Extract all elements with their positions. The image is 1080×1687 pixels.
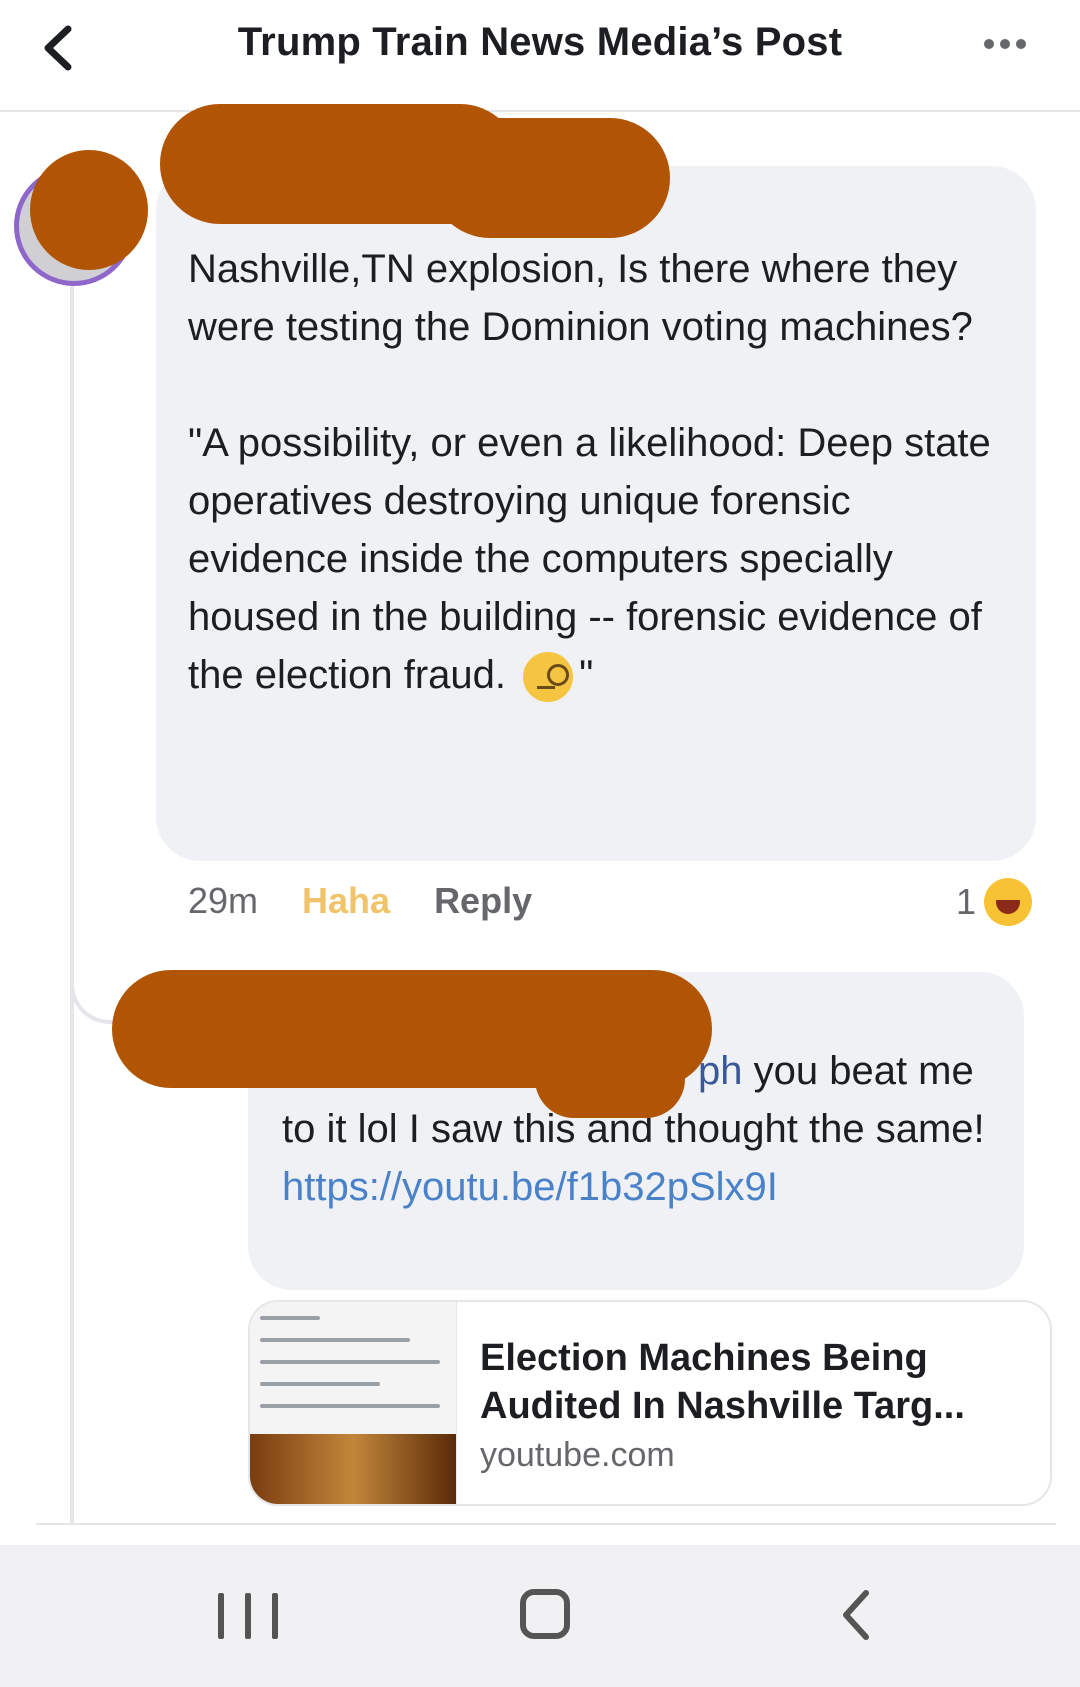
recents-bar: [218, 1593, 224, 1639]
link-preview-card[interactable]: Election Machines Being Audited In Nashv…: [248, 1300, 1052, 1506]
comment-paragraph: "A possibility, or even a likelihood: De…: [188, 421, 1002, 697]
back-icon[interactable]: [826, 1585, 886, 1645]
home-icon[interactable]: [520, 1589, 570, 1639]
thumbnail-video-frame: [250, 1434, 456, 1504]
youtube-link[interactable]: https://youtu.be/f1b32pSlx9I: [282, 1165, 778, 1209]
recents-bar: [272, 1593, 278, 1639]
thread-line: [70, 270, 74, 1525]
back-chevron-icon: [843, 1590, 869, 1640]
reaction-count-number: 1: [955, 881, 976, 922]
video-thumbnail: [250, 1302, 457, 1504]
post-header: Trump Train News Media’s Post: [0, 0, 1080, 112]
recent-apps-icon[interactable]: [218, 1593, 278, 1643]
more-dot: [1016, 39, 1026, 49]
redaction-blob: [30, 150, 148, 270]
reply-button[interactable]: Reply: [434, 880, 532, 921]
preview-domain: youtube.com: [480, 1436, 675, 1474]
comment-time: 29m: [188, 880, 259, 921]
comment-paragraph: Nashville,TN explosion, Is there where t…: [188, 247, 973, 349]
preview-title: Election Machines Being Audited In Nashv…: [480, 1337, 965, 1427]
recents-bar: [245, 1593, 251, 1639]
haha-emoji-icon: [984, 878, 1032, 926]
page-title: Trump Train News Media’s Post: [237, 20, 843, 64]
more-dots-icon: [984, 39, 994, 49]
comment-text: Nashville,TN explosion, Is there where t…: [188, 240, 1008, 704]
reaction-count[interactable]: 1: [956, 878, 1032, 926]
more-dot: [1000, 39, 1010, 49]
face-with-monocle-icon: [523, 652, 574, 703]
comment-meta: 29m Haha Reply: [188, 880, 532, 922]
more-options-button[interactable]: [970, 24, 1040, 64]
system-nav-bar: [0, 1545, 1080, 1687]
thumbnail-text-lines: [260, 1316, 446, 1426]
redaction-blob: [430, 118, 670, 238]
closing-quote: ": [579, 653, 594, 697]
haha-reaction-button[interactable]: Haha: [302, 880, 390, 921]
divider: [36, 1523, 1056, 1525]
redaction-blob: [535, 1040, 685, 1118]
